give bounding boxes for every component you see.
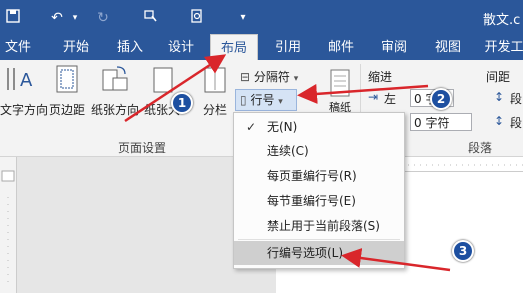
step-badge-2: 2: [430, 88, 452, 110]
arrow-3: [341, 248, 451, 272]
step-badge-1: 1: [171, 92, 193, 114]
arrow-1: [124, 54, 227, 123]
step-badge-3: 3: [452, 240, 474, 262]
arrow-2: [297, 83, 429, 104]
annotation-arrows: [124, 54, 451, 272]
